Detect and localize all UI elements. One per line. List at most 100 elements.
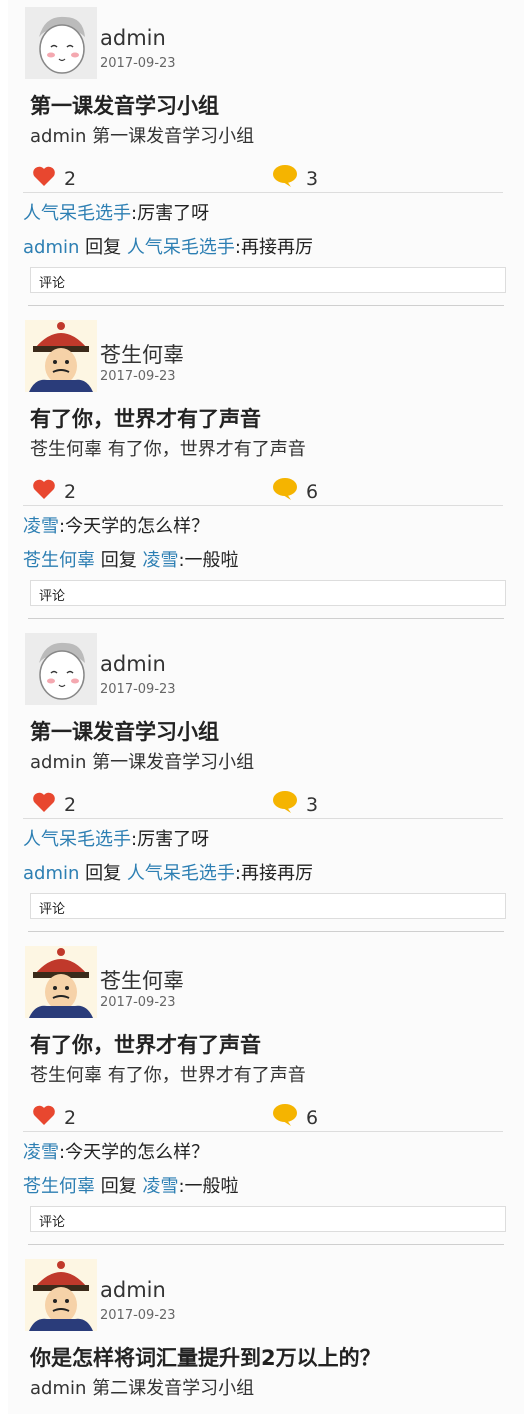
reply-target[interactable]: 凌雪: [142, 1176, 178, 1197]
post-date: 2017-09-23: [100, 682, 176, 697]
reply-label: 回复: [85, 237, 122, 258]
comment-author[interactable]: 苍生何辜: [23, 1176, 95, 1197]
post-card: admin 2017-09-23 第一课发音学习小组 admin 第一课发音学习…: [8, 0, 524, 313]
username[interactable]: 苍生何辜: [100, 965, 184, 995]
comment-count-button[interactable]: 6: [272, 475, 318, 503]
comment-count-button[interactable]: 3: [272, 162, 318, 190]
heart-icon: [33, 166, 55, 186]
comment-count: 6: [306, 1107, 319, 1129]
avatar[interactable]: [25, 633, 97, 705]
comment-input[interactable]: 评论: [30, 267, 506, 293]
post-date: 2017-09-23: [100, 1308, 176, 1323]
speech-bubble-icon: [273, 165, 297, 187]
speech-bubble-icon: [273, 791, 297, 813]
post-date: 2017-09-23: [100, 56, 176, 71]
like-count: 2: [64, 794, 77, 816]
comment-text: 一般啦: [184, 550, 239, 571]
post-title[interactable]: 第一课发音学习小组: [8, 702, 524, 746]
comment-item: 人气呆毛选手:厉害了呀: [8, 819, 524, 853]
comment-item: 凌雪:今天学的怎么样？: [8, 1132, 524, 1166]
comment-text: 再接再厉: [240, 863, 313, 884]
post-card: admin 2017-09-23 你是怎样将词汇量提升到2万以上的？ admin…: [8, 1252, 524, 1414]
post-description: 苍生何辜 有了你，世界才有了声音: [30, 1065, 306, 1086]
avatar[interactable]: [25, 1259, 97, 1331]
comment-text: 今天学的怎么样？: [65, 516, 210, 537]
comment-text: 厉害了呀: [137, 203, 210, 224]
comment-text: 今天学的怎么样？: [65, 1142, 210, 1163]
comment-item: 苍生何辜 回复 凌雪:一般啦: [8, 540, 524, 574]
comment-author[interactable]: 凌雪: [23, 1142, 59, 1163]
speech-bubble-icon: [273, 478, 297, 500]
post-title[interactable]: 有了你，世界才有了声音: [8, 389, 524, 433]
comment-count: 6: [306, 481, 319, 503]
post-card: 苍生何辜 2017-09-23 有了你，世界才有了声音 苍生何辜 有了你，世界才…: [8, 313, 524, 626]
comment-author[interactable]: 苍生何辜: [23, 550, 95, 571]
comment-author[interactable]: admin: [23, 863, 79, 884]
username[interactable]: 苍生何辜: [100, 339, 184, 369]
comment-author[interactable]: admin: [23, 237, 79, 258]
comment-input[interactable]: 评论: [30, 893, 506, 919]
comment-author[interactable]: 人气呆毛选手: [23, 203, 131, 224]
heart-icon: [33, 479, 55, 499]
comment-author[interactable]: 人气呆毛选手: [23, 829, 131, 850]
post-header: admin 2017-09-23: [8, 0, 524, 79]
post-header: 苍生何辜 2017-09-23: [8, 939, 524, 1018]
post-card: 苍生何辜 2017-09-23 有了你，世界才有了声音 苍生何辜 有了你，世界才…: [8, 939, 524, 1252]
comment-count: 3: [306, 794, 319, 816]
post-title[interactable]: 有了你，世界才有了声音: [8, 1015, 524, 1059]
comment-item: 凌雪:今天学的怎么样？: [8, 506, 524, 540]
username[interactable]: admin: [100, 26, 166, 50]
post-description: admin 第二课发音学习小组: [30, 1378, 255, 1399]
avatar[interactable]: [25, 946, 97, 1018]
like-button[interactable]: 2: [32, 475, 76, 503]
post-feed: admin 2017-09-23 第一课发音学习小组 admin 第一课发音学习…: [0, 0, 532, 1414]
avatar[interactable]: [25, 7, 97, 79]
comment-item: 人气呆毛选手:厉害了呀: [8, 193, 524, 227]
post-stats: 2 3: [8, 162, 524, 192]
post-date: 2017-09-23: [100, 369, 176, 384]
comment-count-button[interactable]: 6: [272, 1101, 318, 1129]
like-count: 2: [64, 168, 77, 190]
comment-input[interactable]: 评论: [30, 580, 506, 606]
comment-item: admin 回复 人气呆毛选手:再接再厉: [8, 227, 524, 261]
reply-label: 回复: [85, 863, 122, 884]
heart-icon: [33, 1105, 55, 1125]
reply-target[interactable]: 凌雪: [142, 550, 178, 571]
post-header: 苍生何辜 2017-09-23: [8, 313, 524, 392]
like-button[interactable]: 2: [32, 788, 76, 816]
username[interactable]: admin: [100, 1278, 166, 1302]
comment-count: 3: [306, 168, 319, 190]
like-button[interactable]: 2: [32, 1101, 76, 1129]
comment-count-button[interactable]: 3: [272, 788, 318, 816]
reply-target[interactable]: 人气呆毛选手: [127, 237, 235, 258]
username[interactable]: admin: [100, 652, 166, 676]
reply-label: 回复: [100, 1176, 137, 1197]
post-header: admin 2017-09-23: [8, 1252, 524, 1331]
like-count: 2: [64, 1107, 77, 1129]
post-description: admin 第一课发音学习小组: [30, 126, 255, 147]
comment-item: admin 回复 人气呆毛选手:再接再厉: [8, 853, 524, 887]
comment-text: 再接再厉: [240, 237, 313, 258]
speech-bubble-icon: [273, 1104, 297, 1126]
post-title[interactable]: 你是怎样将词汇量提升到2万以上的？: [8, 1328, 524, 1372]
post-header: admin 2017-09-23: [8, 626, 524, 705]
heart-icon: [33, 792, 55, 812]
like-button[interactable]: 2: [32, 162, 76, 190]
reply-target[interactable]: 人气呆毛选手: [127, 863, 235, 884]
post-stats: 2 6: [8, 1101, 524, 1131]
post-title[interactable]: 第一课发音学习小组: [8, 76, 524, 120]
post-card: admin 2017-09-23 第一课发音学习小组 admin 第一课发音学习…: [8, 626, 524, 939]
avatar[interactable]: [25, 320, 97, 392]
post-description: admin 第一课发音学习小组: [30, 752, 255, 773]
post-description: 苍生何辜 有了你，世界才有了声音: [30, 439, 306, 460]
comment-input[interactable]: 评论: [30, 1206, 506, 1232]
comment-text: 厉害了呀: [137, 829, 210, 850]
comment-author[interactable]: 凌雪: [23, 516, 59, 537]
post-stats: 2 6: [8, 475, 524, 505]
reply-label: 回复: [100, 550, 137, 571]
like-count: 2: [64, 481, 77, 503]
post-stats: 2 3: [8, 788, 524, 818]
post-date: 2017-09-23: [100, 995, 176, 1010]
comment-text: 一般啦: [184, 1176, 239, 1197]
comment-item: 苍生何辜 回复 凌雪:一般啦: [8, 1166, 524, 1200]
